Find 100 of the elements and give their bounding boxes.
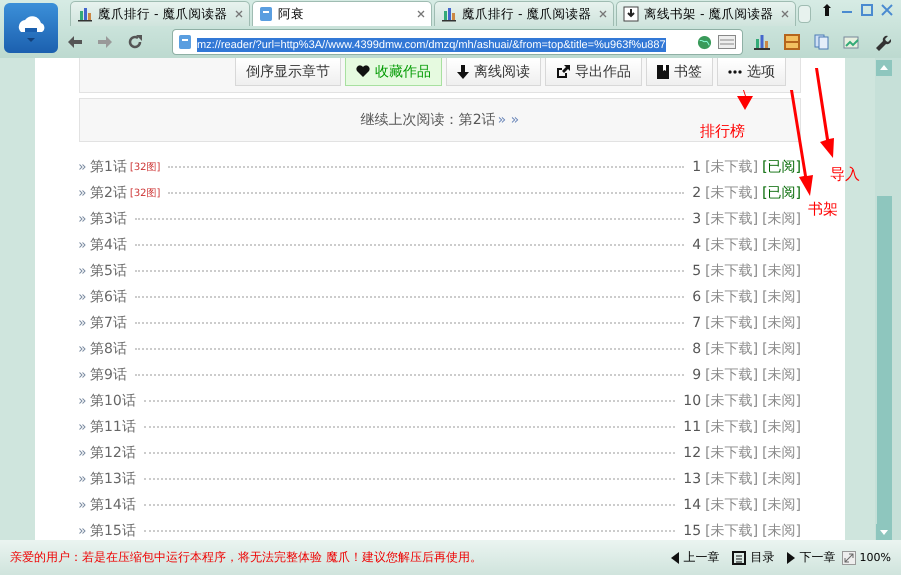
chapter-link[interactable]: 第3话 [90, 210, 127, 228]
action-button[interactable]: 倒序显示章节 [235, 58, 341, 86]
read-status: [未阅] [762, 522, 801, 540]
browser-tab[interactable]: 阿衰 [252, 1, 432, 26]
chapter-number: 8 [692, 341, 702, 357]
scroll-up-button[interactable] [876, 60, 892, 76]
download-status: [未下载] [705, 184, 758, 202]
browser-tab[interactable]: 魔爪排行 - 魔爪阅读器 [434, 1, 614, 26]
download-status: [未下载] [705, 470, 758, 488]
read-status: [未阅] [762, 418, 801, 436]
address-field[interactable]: mz://reader/?url=http%3A//www.4399dmw.com/dmzq/mh/ashuai/&from=top&title=%u963f%u887 [172, 29, 743, 55]
chapter-link[interactable]: 第9话 [90, 366, 127, 384]
chapter-link[interactable]: 第1话 [90, 158, 127, 176]
book-icon [657, 64, 669, 78]
scroll-down-button[interactable] [876, 524, 892, 540]
download-status: [未下载] [705, 288, 758, 306]
read-status: [已阅] [762, 184, 801, 202]
chapter-link[interactable]: 第15话 [90, 522, 136, 540]
down-arrow-icon [457, 64, 469, 78]
address-text: mz://reader/?url=http%3A//www.4399dmw.com/dmzq/mh/ashuai/&from=top&title=%u963f%u887 [197, 38, 666, 52]
prev-chapter-button[interactable]: 上一章 [664, 549, 726, 566]
read-status: [未阅] [762, 262, 801, 280]
chapter-link[interactable]: 第2话 [90, 184, 127, 202]
download-status: [未下载] [705, 314, 758, 332]
chapter-link[interactable]: 第14话 [90, 496, 136, 514]
chapter-link[interactable]: 第13话 [90, 470, 136, 488]
browser-tab[interactable]: 离线书架 - 魔爪阅读器 [616, 1, 796, 26]
download-status: [未下载] [705, 418, 758, 436]
bookshelf-icon[interactable] [781, 31, 803, 53]
chapter-link[interactable]: 第7话 [90, 314, 127, 332]
bar-chart-icon [441, 6, 457, 22]
download-status: [未下载] [705, 522, 758, 540]
double-chevron-icon [79, 502, 86, 508]
action-button[interactable]: 选项 [717, 58, 786, 86]
bar-chart-icon [77, 6, 93, 22]
double-chevron-icon [79, 372, 86, 378]
chapter-link[interactable]: 第4话 [90, 236, 127, 254]
read-status: [未阅] [762, 392, 801, 410]
chapter-link[interactable]: 第8话 [90, 340, 127, 358]
maximize-icon[interactable] [861, 4, 873, 16]
zoom-level: 100% [860, 551, 891, 564]
read-status: [未阅] [762, 444, 801, 462]
chapter-link[interactable]: 第10话 [90, 392, 136, 410]
chapter-number: 4 [692, 237, 702, 253]
double-chevron-icon [79, 476, 86, 482]
double-chevron-icon [79, 528, 86, 534]
app-logo[interactable] [4, 3, 58, 53]
download-icon [623, 6, 639, 22]
action-button[interactable]: 离线阅读 [446, 58, 541, 86]
close-icon[interactable] [781, 10, 789, 18]
chapter-link[interactable]: 第5话 [90, 262, 127, 280]
chapter-link[interactable]: 第2话 [458, 111, 496, 129]
pin-icon[interactable] [821, 4, 833, 16]
chapter-link[interactable]: 第6话 [90, 288, 127, 306]
double-chevron-icon [79, 398, 86, 404]
right-triangle-icon [786, 552, 795, 564]
download-status: [未下载] [705, 444, 758, 462]
chapter-number: 5 [692, 263, 702, 279]
action-button[interactable]: 导出作品 [545, 58, 642, 86]
next-chapter-button[interactable]: 下一章 [780, 549, 842, 566]
warning-message: 亲爱的用户：若是在压缩包中运行本程序，将无法完整体验 魔爪！建议您解压后再使用。 [10, 549, 483, 566]
down-triangle-icon [880, 530, 888, 535]
chapter-link[interactable]: 第12话 [90, 444, 136, 462]
heart-icon [356, 65, 370, 78]
toc-button[interactable]: 目录 [726, 549, 781, 566]
close-icon[interactable] [417, 10, 425, 18]
double-chevron-icon [79, 346, 86, 352]
action-button[interactable]: 收藏作品 [345, 58, 442, 86]
continue-label: 继续上次阅读： [360, 111, 459, 129]
left-triangle-icon [670, 552, 679, 564]
browser-tab[interactable]: 魔爪排行 - 魔爪阅读器 [70, 1, 250, 26]
image-count: [32图] [130, 161, 160, 174]
double-chevron-icon [79, 268, 86, 274]
globe-icon[interactable] [697, 34, 712, 50]
chapter-number: 7 [692, 315, 702, 331]
double-chevron-icon [79, 424, 86, 430]
arrows-text: » » [498, 112, 520, 128]
reload-icon [127, 34, 143, 50]
read-status: [未阅] [762, 340, 801, 358]
chapter-number: 14 [683, 497, 702, 513]
list-icon [732, 550, 746, 564]
page-icon [179, 35, 191, 49]
action-button[interactable]: 书签 [646, 58, 713, 86]
double-chevron-icon [79, 294, 86, 300]
close-icon[interactable] [235, 10, 243, 18]
download-status: [未下载] [705, 158, 758, 176]
download-status: [未下载] [705, 496, 758, 514]
chapter-number: 11 [683, 419, 702, 435]
close-icon[interactable] [881, 4, 893, 16]
scrollbar-thumb[interactable] [876, 196, 892, 524]
image-count: [32图] [130, 187, 160, 200]
double-chevron-icon [79, 320, 86, 326]
download-status: [未下载] [705, 392, 758, 410]
double-chevron-icon [79, 242, 86, 248]
resize-icon[interactable] [842, 550, 856, 564]
download-status: [未下载] [705, 366, 758, 384]
chapter-link[interactable]: 第11话 [90, 418, 136, 436]
right-arrow-icon [97, 35, 113, 49]
list-icon[interactable] [718, 35, 736, 49]
close-icon[interactable] [599, 10, 607, 18]
